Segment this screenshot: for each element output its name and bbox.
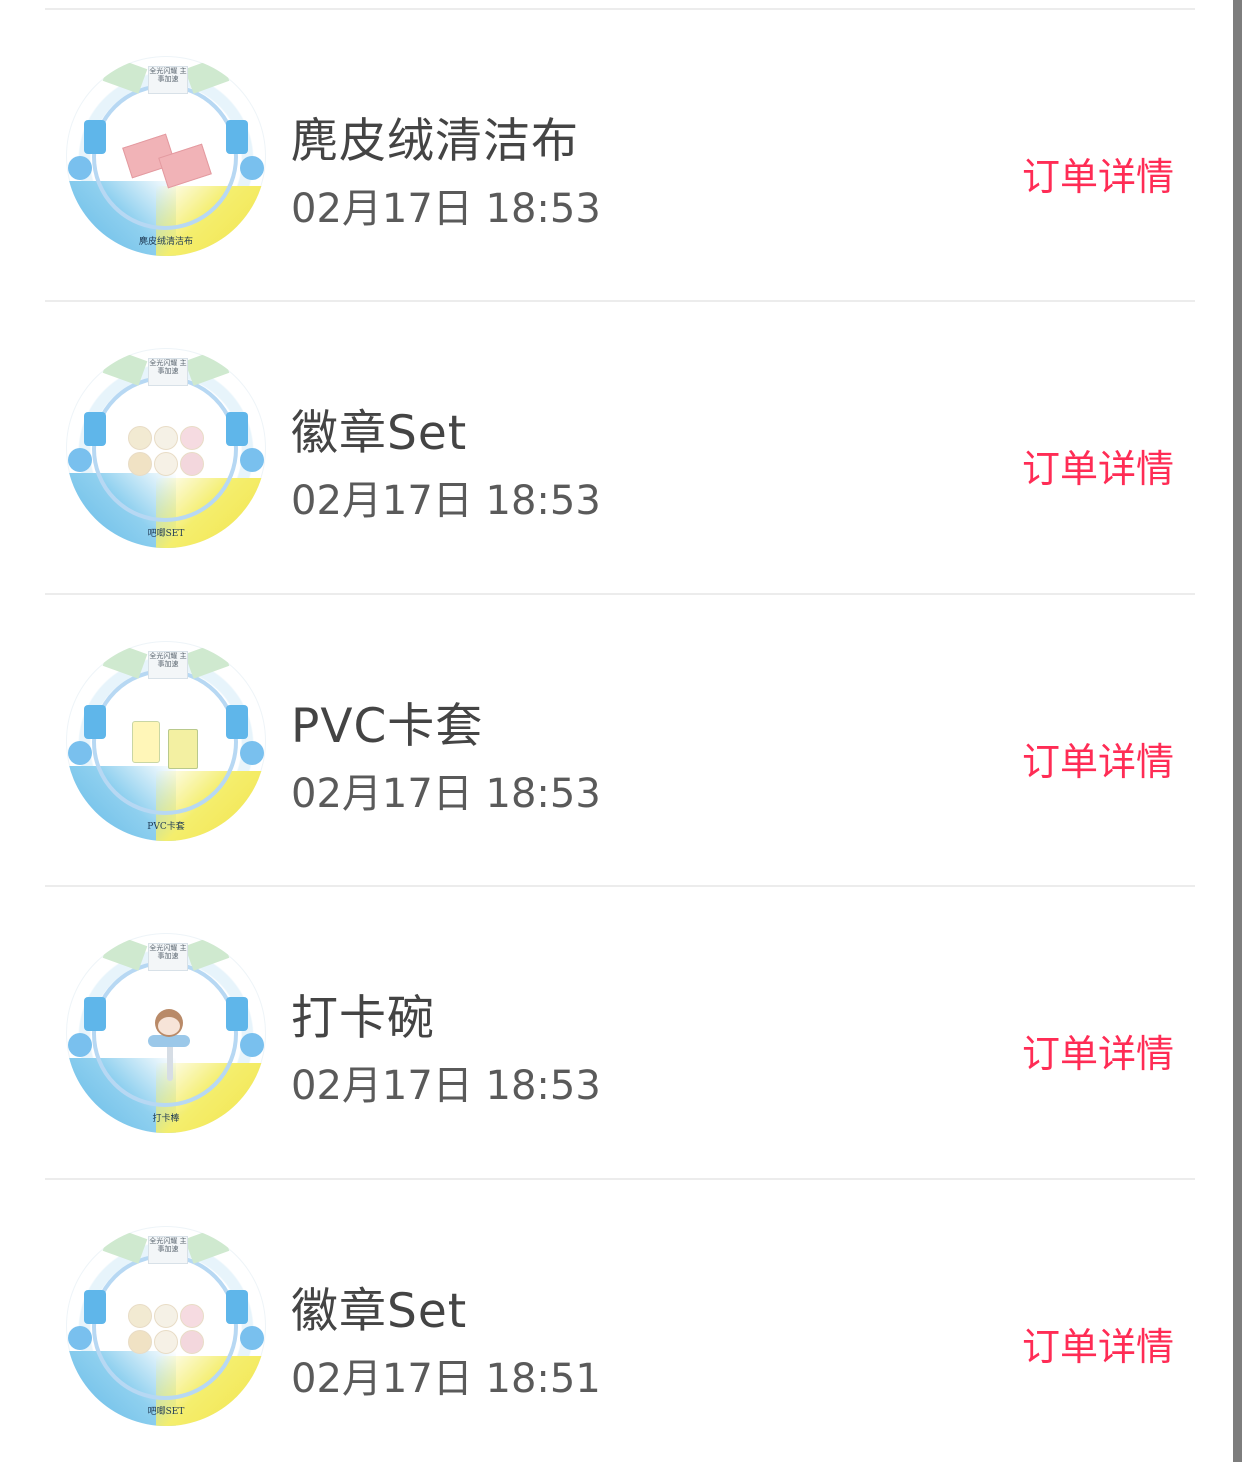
list-item[interactable]: 全光闪耀 主事加速 吧唧SET 徽章Set 02月17日 18:51 订单详情 bbox=[0, 1180, 1222, 1470]
product-thumbnail: 全光闪耀 主事加速 吧唧SET bbox=[66, 348, 266, 548]
order-detail-link[interactable]: 订单详情 bbox=[1022, 731, 1174, 786]
brand-logo: 全光闪耀 主事加速 bbox=[148, 66, 188, 94]
thumbnail-caption: 吧唧SET bbox=[147, 529, 185, 539]
product-title: 打卡碗 bbox=[291, 991, 435, 1046]
product-title: 徽章Set bbox=[291, 406, 468, 461]
brand-logo: 全光闪耀 主事加速 bbox=[148, 1236, 188, 1264]
list-item[interactable]: 全光闪耀 主事加速 打卡棒 打卡碗 02月17日 18:53 订单详情 bbox=[0, 887, 1222, 1177]
thumbnail-caption: PVC卡套 bbox=[147, 822, 185, 832]
order-time: 02月17日 18:51 bbox=[291, 1356, 601, 1402]
order-detail-link[interactable]: 订单详情 bbox=[1022, 438, 1174, 493]
product-thumbnail: 全光闪耀 主事加速 吧唧SET bbox=[66, 1226, 266, 1426]
order-time: 02月17日 18:53 bbox=[291, 478, 601, 524]
product-title: PVC卡套 bbox=[291, 699, 484, 754]
list-item[interactable]: 全光闪耀 主事加速 麂皮绒清洁布 麂皮绒清洁布 02月17日 18:53 订单详… bbox=[0, 10, 1222, 300]
cleaning-cloth-icon bbox=[122, 126, 212, 190]
product-title: 麂皮绒清洁布 bbox=[291, 114, 579, 169]
list-item[interactable]: 全光闪耀 主事加速 PVC卡套 PVC卡套 02月17日 18:53 订单详情 bbox=[0, 595, 1222, 885]
order-time: 02月17日 18:53 bbox=[291, 186, 601, 232]
brand-logo: 全光闪耀 主事加速 bbox=[148, 943, 188, 971]
product-thumbnail: 全光闪耀 主事加速 打卡棒 bbox=[66, 933, 266, 1133]
product-title: 徽章Set bbox=[291, 1284, 468, 1339]
badge-set-icon bbox=[122, 1296, 210, 1360]
card-sleeve-icon bbox=[122, 711, 210, 775]
order-detail-link[interactable]: 订单详情 bbox=[1022, 146, 1174, 201]
brand-logo: 全光闪耀 主事加速 bbox=[148, 358, 188, 386]
list-item[interactable]: 全光闪耀 主事加速 吧唧SET 徽章Set 02月17日 18:53 订单详情 bbox=[0, 302, 1222, 592]
thumbnail-caption: 麂皮绒清洁布 bbox=[138, 237, 193, 247]
order-detail-link[interactable]: 订单详情 bbox=[1022, 1316, 1174, 1371]
order-time: 02月17日 18:53 bbox=[291, 771, 601, 817]
badge-set-icon bbox=[122, 418, 210, 482]
thumbnail-caption: 吧唧SET bbox=[147, 1407, 185, 1417]
brand-logo: 全光闪耀 主事加速 bbox=[148, 651, 188, 679]
product-thumbnail: 全光闪耀 主事加速 PVC卡套 bbox=[66, 641, 266, 841]
order-time: 02月17日 18:53 bbox=[291, 1063, 601, 1109]
stick-icon bbox=[122, 1003, 210, 1081]
product-thumbnail: 全光闪耀 主事加速 麂皮绒清洁布 bbox=[66, 56, 266, 256]
thumbnail-caption: 打卡棒 bbox=[152, 1114, 180, 1124]
order-detail-link[interactable]: 订单详情 bbox=[1022, 1023, 1174, 1078]
scrollbar[interactable] bbox=[1233, 0, 1242, 1462]
